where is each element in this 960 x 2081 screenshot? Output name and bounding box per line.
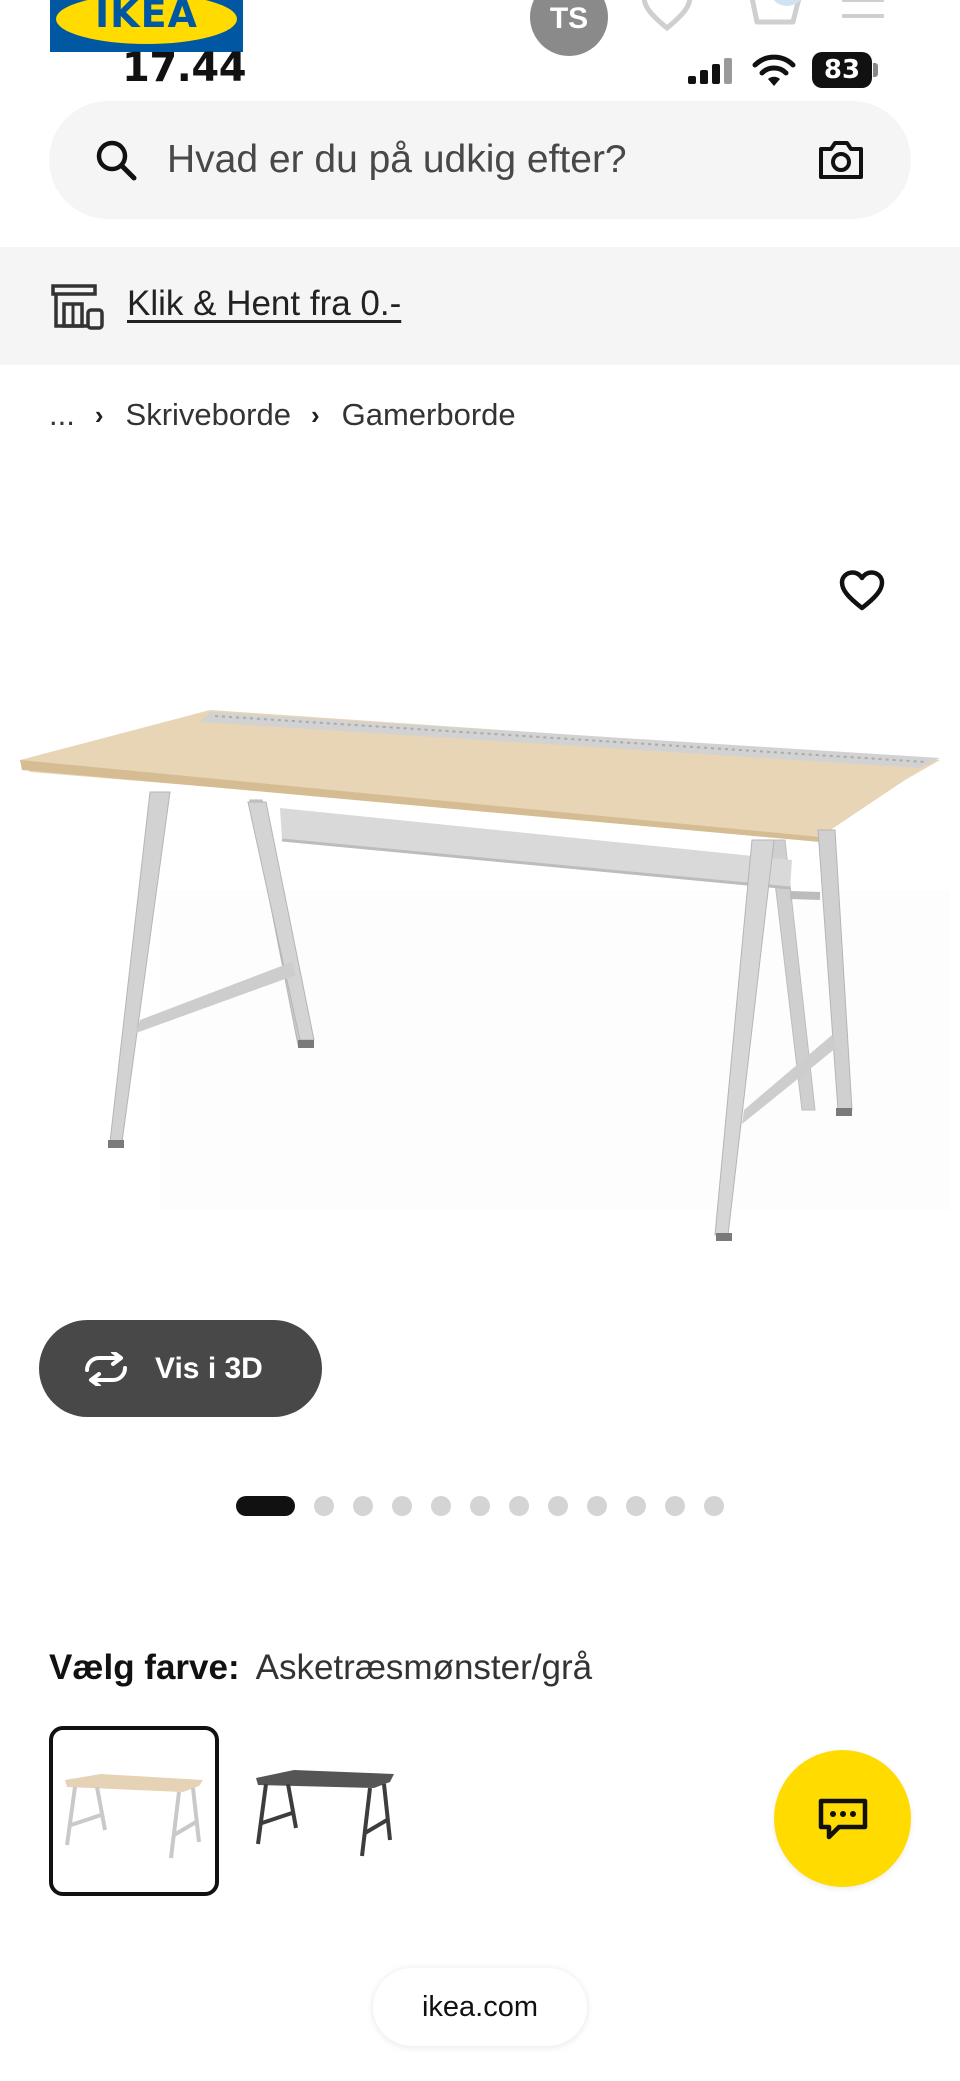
carousel-dot[interactable] — [314, 1496, 334, 1516]
color-swatch-black[interactable] — [240, 1726, 410, 1896]
chevron-right-icon: › — [310, 399, 320, 430]
breadcrumb: ... › Skriveborde › Gamerborde — [49, 395, 516, 435]
battery-icon: 83 — [812, 52, 878, 88]
search-input[interactable] — [167, 129, 767, 191]
favourite-heart-icon[interactable] — [839, 570, 885, 612]
swatch-image-dark-desk — [256, 1770, 394, 1857]
color-swatch-ash-grey[interactable] — [49, 1726, 219, 1896]
chat-button[interactable] — [774, 1750, 911, 1887]
search-bar[interactable] — [49, 101, 911, 219]
search-icon — [96, 140, 137, 181]
store-icon — [51, 284, 104, 330]
carousel-dot[interactable] — [704, 1496, 724, 1516]
click-collect-link[interactable]: Klik & Hent fra 0.- — [127, 284, 401, 324]
status-time: 17.44 — [122, 45, 247, 91]
carousel-dot[interactable] — [392, 1496, 412, 1516]
carousel-dot[interactable] — [626, 1496, 646, 1516]
carousel-dot[interactable] — [548, 1496, 568, 1516]
browser-url-pill[interactable]: ikea.com — [373, 1968, 587, 2046]
wifi-icon — [752, 54, 796, 86]
basket-icon[interactable] — [735, 0, 815, 32]
breadcrumb-item-gamerborde[interactable]: Gamerborde — [342, 397, 516, 433]
swatch-image-light-desk — [65, 1774, 203, 1859]
carousel-dot[interactable] — [665, 1496, 685, 1516]
carousel-dot[interactable] — [509, 1496, 529, 1516]
carousel-dot[interactable] — [431, 1496, 451, 1516]
image-carousel-dots — [236, 1496, 743, 1516]
chat-bubble-icon — [818, 1798, 867, 1839]
breadcrumb-ellipsis[interactable]: ... — [49, 397, 75, 433]
menu-icon[interactable] — [842, 0, 884, 30]
view-in-3d-label: Vis i 3D — [155, 1351, 263, 1385]
avatar[interactable]: TS — [530, 0, 608, 56]
cellular-signal-icon — [688, 58, 732, 84]
view-in-3d-button[interactable]: Vis i 3D — [39, 1320, 322, 1417]
carousel-dot[interactable] — [353, 1496, 373, 1516]
carousel-dot[interactable] — [587, 1496, 607, 1516]
rotate-3d-icon — [85, 1351, 127, 1386]
camera-icon[interactable] — [817, 139, 865, 181]
chevron-right-icon: › — [94, 399, 104, 430]
heart-icon[interactable] — [640, 0, 694, 32]
battery-level: 83 — [812, 52, 872, 88]
product-image[interactable] — [0, 690, 960, 1250]
color-label: Vælg farve: — [49, 1648, 240, 1687]
color-value: Asketræsmønster/grå — [255, 1648, 593, 1687]
color-selector-heading: Vælg farve: Asketræsmønster/grå — [49, 1648, 592, 1688]
carousel-dot[interactable] — [470, 1496, 490, 1516]
breadcrumb-item-skriveborde[interactable]: Skriveborde — [126, 397, 291, 433]
click-collect-banner: Klik & Hent fra 0.- — [0, 247, 960, 365]
carousel-dot-active[interactable] — [236, 1496, 295, 1516]
battery-tip — [873, 63, 878, 77]
logo-text: IKEA — [95, 0, 198, 36]
top-header: IKEA TS 17.44 83 — [0, 0, 960, 100]
